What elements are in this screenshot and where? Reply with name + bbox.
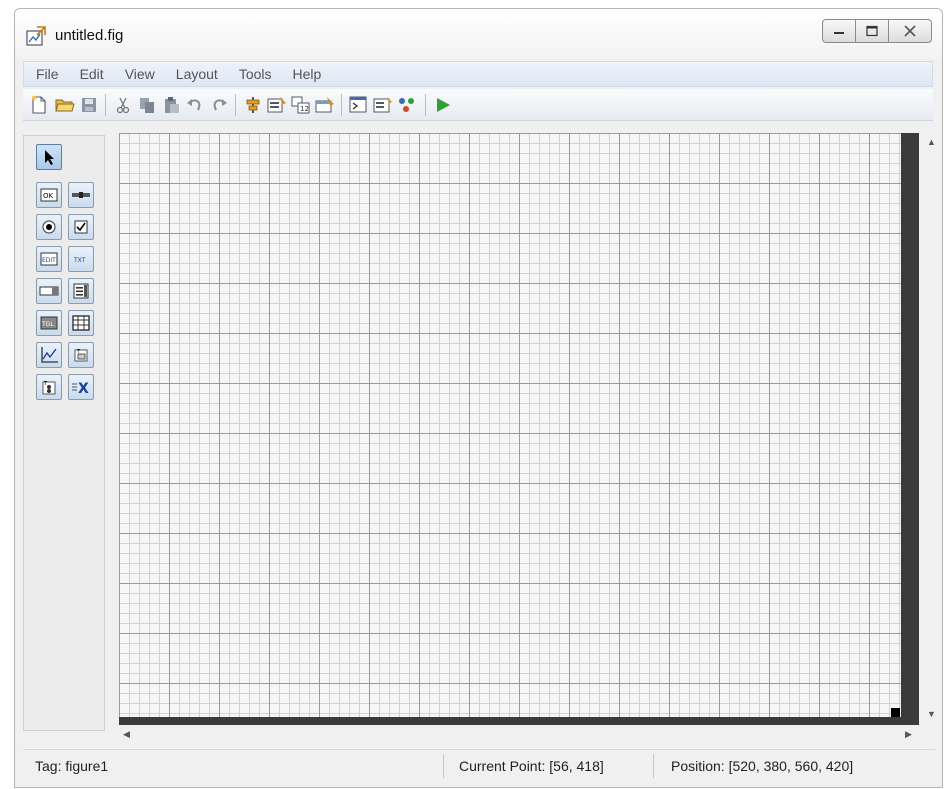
toolbar-separator <box>341 94 342 116</box>
maximize-icon <box>866 25 878 37</box>
horizontal-scrollbar[interactable]: ◀ ▶ <box>119 727 921 743</box>
status-bar: Tag: figure1 Current Point: [56, 418] Po… <box>23 749 935 782</box>
close-icon <box>904 25 916 37</box>
paste-icon[interactable] <box>161 95 181 115</box>
maximize-button[interactable] <box>855 19 889 43</box>
undo-icon[interactable] <box>185 95 205 115</box>
checkbox-tool[interactable] <box>68 214 94 240</box>
popup-menu-icon <box>39 286 59 296</box>
toggle-button-icon: TGL <box>40 316 58 330</box>
radio-button-tool[interactable] <box>36 214 62 240</box>
figure-resize-handle[interactable] <box>891 708 900 717</box>
editor-icon[interactable] <box>349 95 369 115</box>
svg-text:TGL: TGL <box>41 321 54 328</box>
toolbar-separator <box>105 94 106 116</box>
button-group-icon: T <box>42 381 56 395</box>
push-button-icon: OK <box>40 188 58 202</box>
menu-view[interactable]: View <box>113 66 164 82</box>
slider-tool[interactable] <box>68 182 94 208</box>
toggle-button-tool[interactable]: TGL <box>36 310 62 336</box>
edit-text-tool[interactable]: EDIT <box>36 246 62 272</box>
status-tag: Tag: figure1 <box>35 758 109 774</box>
listbox-icon <box>73 283 89 299</box>
menu-bar: File Edit View Layout Tools Help <box>23 61 933 87</box>
vertical-scrollbar[interactable]: ▲ ▼ <box>923 133 940 729</box>
menu-layout[interactable]: Layout <box>164 66 227 82</box>
layout-grid-canvas[interactable] <box>119 133 901 717</box>
menu-editor-icon[interactable] <box>267 95 287 115</box>
radio-button-icon <box>42 220 56 234</box>
run-icon[interactable] <box>433 95 453 115</box>
toolbar-separator <box>235 94 236 116</box>
guide-window: untitled.fig File Edit View Layout Tools… <box>14 8 943 788</box>
window-controls <box>822 19 932 43</box>
listbox-tool[interactable] <box>68 278 94 304</box>
window-title: untitled.fig <box>55 27 124 44</box>
svg-text:TXT: TXT <box>73 257 86 264</box>
save-icon[interactable] <box>79 95 99 115</box>
status-separator <box>443 754 444 778</box>
toolbar: 12 <box>23 89 933 121</box>
axes-tool[interactable] <box>36 342 62 368</box>
scroll-left-arrow-icon[interactable]: ◀ <box>123 729 130 740</box>
panel-tool[interactable]: T <box>68 342 94 368</box>
minimize-icon <box>834 32 844 34</box>
scroll-right-arrow-icon[interactable]: ▶ <box>905 729 912 740</box>
copy-icon[interactable] <box>137 95 157 115</box>
svg-text:OK: OK <box>43 192 54 200</box>
edit-text-icon: EDIT <box>40 252 58 266</box>
cut-icon[interactable] <box>113 95 133 115</box>
figure-file-icon <box>25 25 47 47</box>
minimize-button[interactable] <box>822 19 856 43</box>
scroll-down-arrow-icon[interactable]: ▼ <box>927 709 936 719</box>
toolbar-separator <box>425 94 426 116</box>
svg-text:EDIT: EDIT <box>42 257 56 264</box>
figure-bottom-edge <box>119 717 919 725</box>
select-tool[interactable] <box>36 144 62 170</box>
object-browser-icon[interactable] <box>397 95 417 115</box>
push-button-tool[interactable]: OK <box>36 182 62 208</box>
figure-right-edge <box>901 133 919 725</box>
close-button[interactable] <box>888 19 932 43</box>
status-separator <box>653 754 654 778</box>
panel-icon: T <box>74 349 88 362</box>
status-current-point: Current Point: [56, 418] <box>459 758 604 774</box>
static-text-icon: TXT <box>73 257 86 264</box>
menu-edit[interactable]: Edit <box>68 66 113 82</box>
menu-file[interactable]: File <box>24 66 68 82</box>
menu-help[interactable]: Help <box>281 66 331 82</box>
popup-menu-tool[interactable] <box>36 278 62 304</box>
svg-text:X: X <box>78 381 89 395</box>
arrow-pointer-icon <box>45 150 54 165</box>
static-text-tool[interactable]: TXT <box>68 246 94 272</box>
new-file-icon[interactable] <box>29 95 49 115</box>
svg-text:12: 12 <box>300 105 309 113</box>
slider-icon <box>72 192 90 198</box>
activex-control-tool[interactable]: X <box>68 374 94 400</box>
tab-order-editor-icon[interactable]: 12 <box>291 95 311 115</box>
toolbar-editor-icon[interactable] <box>315 95 335 115</box>
table-icon <box>72 315 90 331</box>
checkbox-icon <box>74 220 88 234</box>
scroll-up-arrow-icon[interactable]: ▲ <box>927 137 936 147</box>
menu-tools[interactable]: Tools <box>227 66 281 82</box>
activex-x-icon: X <box>72 381 89 395</box>
status-position: Position: [520, 380, 560, 420] <box>671 758 854 774</box>
button-group-tool[interactable]: T <box>36 374 62 400</box>
open-folder-icon[interactable] <box>55 95 75 115</box>
component-palette: OK EDIT TXT TGL T T X <box>23 135 105 731</box>
axes-icon <box>41 347 58 363</box>
title-bar[interactable]: untitled.fig <box>15 9 942 59</box>
table-tool[interactable] <box>68 310 94 336</box>
redo-icon[interactable] <box>209 95 229 115</box>
align-objects-icon[interactable] <box>243 95 263 115</box>
property-inspector-icon[interactable] <box>373 95 393 115</box>
